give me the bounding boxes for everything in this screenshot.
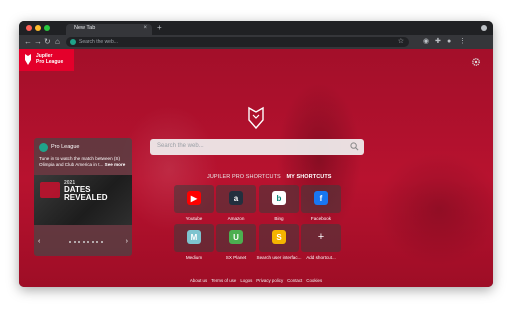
footer-link[interactable]: Contact (287, 278, 302, 283)
shortcut-tile[interactable]: S (259, 224, 299, 252)
news-image-title: DATES REVEALED (64, 186, 108, 202)
browser-tab[interactable]: New Tab × (66, 24, 152, 35)
shortcut-tile[interactable]: U (216, 224, 256, 252)
browser-window: New Tab × + ← → ↻ ⌂ Search the web... ☆ … (19, 21, 493, 287)
shortcut-tabs: JUPILER PRO SHORTCUTS MY SHORTCUTS (207, 174, 332, 180)
back-icon[interactable]: ← (24, 37, 32, 47)
news-card[interactable]: Pro League Tune in to watch the match be… (34, 138, 132, 256)
lion-icon (25, 54, 31, 65)
carousel-dot[interactable] (87, 241, 89, 243)
logo-line2: Pro League (36, 59, 64, 65)
tab-my-shortcuts[interactable]: MY SHORTCUTS (286, 174, 331, 180)
league-badge-icon (40, 182, 60, 198)
bing-icon: b (272, 191, 286, 205)
carousel-dot[interactable] (73, 241, 76, 243)
see-more-link[interactable]: See more (105, 162, 126, 167)
league-crest-icon (248, 106, 264, 130)
profile-icon[interactable]: ● (447, 37, 451, 47)
forward-icon[interactable]: → (34, 37, 42, 47)
sx-planet-icon: U (229, 230, 243, 244)
site-icon (70, 39, 76, 45)
news-text: Tune in to watch the match between (S) O… (39, 156, 129, 168)
minimize-window-button[interactable] (35, 25, 41, 31)
carousel-dot[interactable] (96, 241, 98, 243)
star-icon[interactable]: ☆ (398, 37, 404, 45)
pro-league-logo-icon (39, 143, 48, 152)
profile-circle-icon[interactable] (481, 25, 487, 31)
gear-icon[interactable] (471, 57, 481, 67)
shortcut-tile[interactable]: f (301, 185, 341, 213)
shortcut-tile[interactable]: a (216, 185, 256, 213)
address-bar-placeholder: Search the web... (79, 38, 118, 45)
search-box[interactable]: Search the web... (150, 139, 364, 155)
new-tab-page: Jupiler Pro League Search the web... JUP… (19, 49, 493, 287)
maximize-window-button[interactable] (44, 25, 50, 31)
news-image[interactable]: 2021 DATES REVEALED (34, 175, 132, 225)
title-bar: New Tab × + (19, 21, 493, 35)
footer-link[interactable]: Logos (240, 278, 252, 283)
amazon-icon: a (229, 191, 243, 205)
carousel-dot[interactable] (69, 241, 71, 243)
shortcut-tile[interactable]: ▶ (174, 185, 214, 213)
new-tab-button[interactable]: + (157, 23, 162, 33)
carousel-dot[interactable] (78, 241, 80, 243)
footer-link[interactable]: Terms of use (211, 278, 236, 283)
news-source: Pro League (51, 144, 80, 150)
close-window-button[interactable] (26, 25, 32, 31)
shortcut-label: Facebook (310, 216, 332, 221)
address-bar[interactable]: Search the web... ☆ (66, 37, 409, 47)
tab-close-icon[interactable]: × (143, 25, 147, 31)
youtube-icon: ▶ (187, 191, 201, 205)
footer-links: About us Terms of use Logos Privacy policy C… (19, 278, 493, 283)
shortcut-tile[interactable]: + (301, 224, 341, 252)
extension-icon[interactable]: ◉ (423, 37, 429, 47)
search-icon[interactable] (350, 142, 359, 151)
carousel-dots (69, 241, 103, 243)
home-icon[interactable]: ⌂ (55, 37, 60, 47)
chevron-left-icon[interactable]: ‹ (38, 238, 40, 245)
reload-icon[interactable]: ↻ (44, 37, 51, 47)
browser-toolbar: ← → ↻ ⌂ Search the web... ☆ ◉ ✚ ● ⋮ (19, 35, 493, 49)
menu-icon[interactable]: ⋮ (459, 37, 466, 47)
carousel-dot[interactable] (82, 241, 85, 243)
footer-link[interactable]: Cookies (306, 278, 322, 283)
puzzle-icon[interactable]: ✚ (435, 37, 441, 47)
shortcut-label: Add shortcut... (306, 255, 336, 260)
search-ui-icon: S (272, 230, 286, 244)
shortcut-tile[interactable]: b (259, 185, 299, 213)
tab-jupiler-shortcuts[interactable]: JUPILER PRO SHORTCUTS (207, 174, 281, 180)
search-input[interactable]: Search the web... (157, 143, 204, 149)
footer-link[interactable]: Privacy policy (256, 278, 283, 283)
shortcut-tile[interactable]: M (174, 224, 214, 252)
facebook-icon: f (314, 191, 328, 205)
carousel-dot[interactable] (100, 241, 103, 243)
news-image-title-line2: REVEALED (64, 193, 108, 202)
tab-title: New Tab (74, 25, 96, 31)
carousel-dot[interactable] (91, 241, 94, 243)
chevron-right-icon[interactable]: › (126, 238, 128, 245)
medium-icon: M (187, 230, 201, 244)
footer-link[interactable]: About us (190, 278, 207, 283)
jupiler-pro-league-logo[interactable]: Jupiler Pro League (19, 49, 74, 71)
plus-icon: + (317, 231, 325, 243)
